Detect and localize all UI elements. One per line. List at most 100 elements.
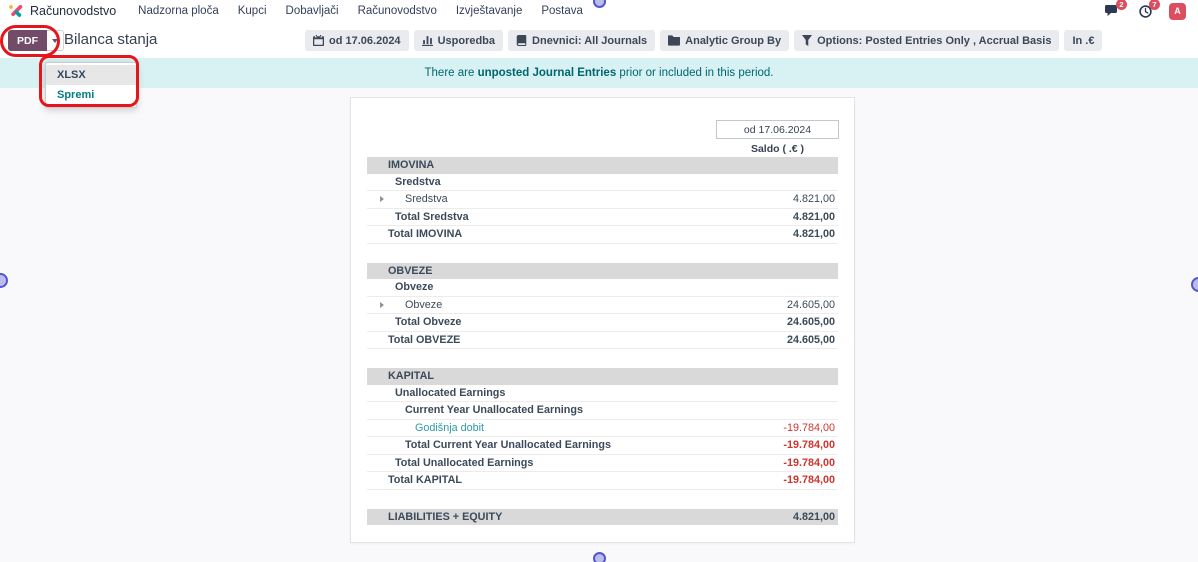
report-row-value: -19.784,00: [783, 474, 838, 486]
page: Računovodstvo Nadzorna ploča Kupci Dobavlj…: [0, 0, 1198, 562]
toolbar-button-label: Analytic Group By: [685, 35, 781, 47]
report-row: Total Current Year Unallocated Earnings -…: [367, 437, 838, 455]
export-button-group: PDF: [8, 30, 64, 51]
report-row: Obveze: [367, 279, 838, 297]
report-column-header: Saldo ( .€ ): [716, 143, 839, 155]
nav-item-5[interactable]: Izvještavanje: [456, 5, 522, 17]
app-name[interactable]: Računovodstvo: [30, 4, 116, 18]
report-row-label: OBVEZE: [367, 265, 432, 277]
toolbar-button-label: od 17.06.2024: [329, 35, 401, 47]
report-row-label: Total Sredstva: [367, 211, 469, 223]
unposted-entries-banner: There are unposted Journal Entries prior…: [0, 57, 1198, 88]
report-row-value: 4.821,00: [793, 193, 838, 205]
report-row-label: Obveze: [367, 299, 442, 311]
banner-text-suffix: prior or included in this period.: [616, 67, 773, 79]
report-row-spacer: [367, 349, 838, 368]
toolbar-button-6[interactable]: In .€: [1064, 30, 1102, 51]
nav-item-6[interactable]: Postava: [541, 5, 583, 17]
pdf-dropdown-toggle[interactable]: [47, 30, 64, 51]
report-card: od 17.06.2024 Saldo ( .€ ) IMOVINA Sredst…: [350, 97, 855, 543]
control-panel: PDF Bilanca stanja od 17.06.2024 Usporedb…: [0, 22, 1198, 58]
toolbar-button-label: Dnevnici: All Journals: [532, 35, 647, 47]
activities-button[interactable]: 7: [1136, 3, 1154, 19]
report-row-label: Total KAPITAL: [367, 474, 462, 486]
report-row[interactable]: Godišnja dobit -19.784,00: [367, 420, 838, 438]
report-row-label: Sredstva: [367, 176, 441, 188]
report-row-value: -19.784,00: [783, 422, 838, 434]
toolbar-button-4[interactable]: Analytic Group By: [660, 30, 789, 51]
report-row-label: KAPITAL: [367, 370, 434, 382]
book-icon: [516, 35, 527, 46]
toolbar-button-2[interactable]: Usporedba: [414, 30, 503, 51]
report-row-value: 24.605,00: [787, 299, 838, 311]
report-table: IMOVINASredstvaSredstva4.821,00Total Sre…: [367, 157, 838, 525]
app-logo-icon: [8, 4, 23, 19]
report-row: LIABILITIES + EQUITY 4.821,00: [367, 509, 838, 526]
report-row-spacer: [367, 244, 838, 263]
report-row-value: 4.821,00: [793, 511, 838, 523]
report-row: KAPITAL: [367, 368, 838, 385]
app-brand[interactable]: Računovodstvo: [8, 4, 116, 19]
nav-item-1[interactable]: Nadzorna ploča: [138, 5, 219, 17]
report-row: Total Sredstva 4.821,00: [367, 209, 838, 227]
banner-text-prefix: There are: [425, 67, 478, 79]
bar-chart-icon: [422, 35, 433, 46]
report-row-value: -19.784,00: [783, 457, 838, 469]
banner-text-bold: unposted Journal Entries: [478, 67, 617, 79]
report-row: Total KAPITAL -19.784,00: [367, 472, 838, 490]
report-row: OBVEZE: [367, 263, 838, 280]
toolbar: od 17.06.2024 Usporedba Dnevnici: All Jour…: [305, 30, 1102, 51]
report-row-label[interactable]: Godišnja dobit: [367, 422, 484, 434]
toolbar-button-1[interactable]: od 17.06.2024: [305, 30, 409, 51]
report-row-label: Total IMOVINA: [367, 228, 462, 240]
filter-icon: [802, 35, 812, 46]
report-row-value: 24.605,00: [787, 316, 838, 328]
dropdown-item-xlsx[interactable]: XLSX: [46, 65, 136, 85]
report-row-label: Total Unallocated Earnings: [367, 457, 533, 469]
report-row-value: 4.821,00: [793, 228, 838, 240]
report-row: Total Obveze24.605,00: [367, 314, 838, 332]
report-row[interactable]: Sredstva4.821,00: [367, 191, 838, 209]
nav-menu: Nadzorna ploča Kupci Dobavljači Računovodst…: [138, 5, 583, 17]
report-row: Sredstva: [367, 174, 838, 192]
report-row-label: IMOVINA: [367, 159, 434, 171]
report-row: Total OBVEZE 24.605,00: [367, 332, 838, 350]
report-row: Current Year Unallocated Earnings: [367, 402, 838, 420]
toolbar-button-5[interactable]: Options: Posted Entries Only , Accrual B…: [794, 30, 1059, 51]
expand-caret-icon[interactable]: [380, 302, 384, 308]
export-dropdown-menu: XLSXSpremi: [45, 62, 137, 108]
pdf-export-button[interactable]: PDF: [8, 30, 47, 51]
report-row[interactable]: Obveze 24.605,00: [367, 297, 838, 315]
folder-icon: [668, 35, 680, 46]
report-row: IMOVINA: [367, 157, 838, 174]
report-row-value: 4.821,00: [793, 211, 838, 223]
nav-item-2[interactable]: Kupci: [238, 5, 267, 17]
nav-right: 2 7 A: [1103, 3, 1190, 20]
report-row: Unallocated Earnings: [367, 385, 838, 403]
toolbar-button-label: Usporedba: [438, 35, 495, 47]
toolbar-button-label: In .€: [1072, 35, 1094, 47]
report-row-label: Obveze: [367, 281, 433, 293]
dropdown-item-spremi[interactable]: Spremi: [46, 85, 136, 105]
page-title: Bilanca stanja: [64, 31, 157, 48]
report-row-spacer: [367, 490, 838, 509]
report-row-label: Unallocated Earnings: [367, 387, 505, 399]
report-row-label: Current Year Unallocated Earnings: [367, 404, 583, 416]
report-date-header: od 17.06.2024: [716, 120, 839, 139]
content-area: od 17.06.2024 Saldo ( .€ ) IMOVINA Sredst…: [0, 88, 1198, 562]
user-avatar[interactable]: A: [1169, 3, 1186, 20]
report-row-label: LIABILITIES + EQUITY: [367, 511, 502, 523]
report-row-value: 24.605,00: [787, 334, 838, 346]
report-row: Total Unallocated Earnings -19.784,00: [367, 455, 838, 473]
report-row-value: -19.784,00: [783, 439, 838, 451]
report-row-label: Total OBVEZE: [367, 334, 460, 346]
report-row-label: Total Current Year Unallocated Earnings: [367, 439, 611, 451]
nav-item-4[interactable]: Računovodstvo: [358, 5, 437, 17]
messages-button[interactable]: 2: [1103, 3, 1121, 19]
report-row: Total IMOVINA 4.821,00: [367, 226, 838, 244]
activities-badge: 7: [1149, 0, 1160, 10]
toolbar-button-3[interactable]: Dnevnici: All Journals: [508, 30, 655, 51]
chevron-down-icon: [52, 39, 58, 43]
nav-item-3[interactable]: Dobavljači: [286, 5, 339, 17]
expand-caret-icon[interactable]: [380, 196, 384, 202]
